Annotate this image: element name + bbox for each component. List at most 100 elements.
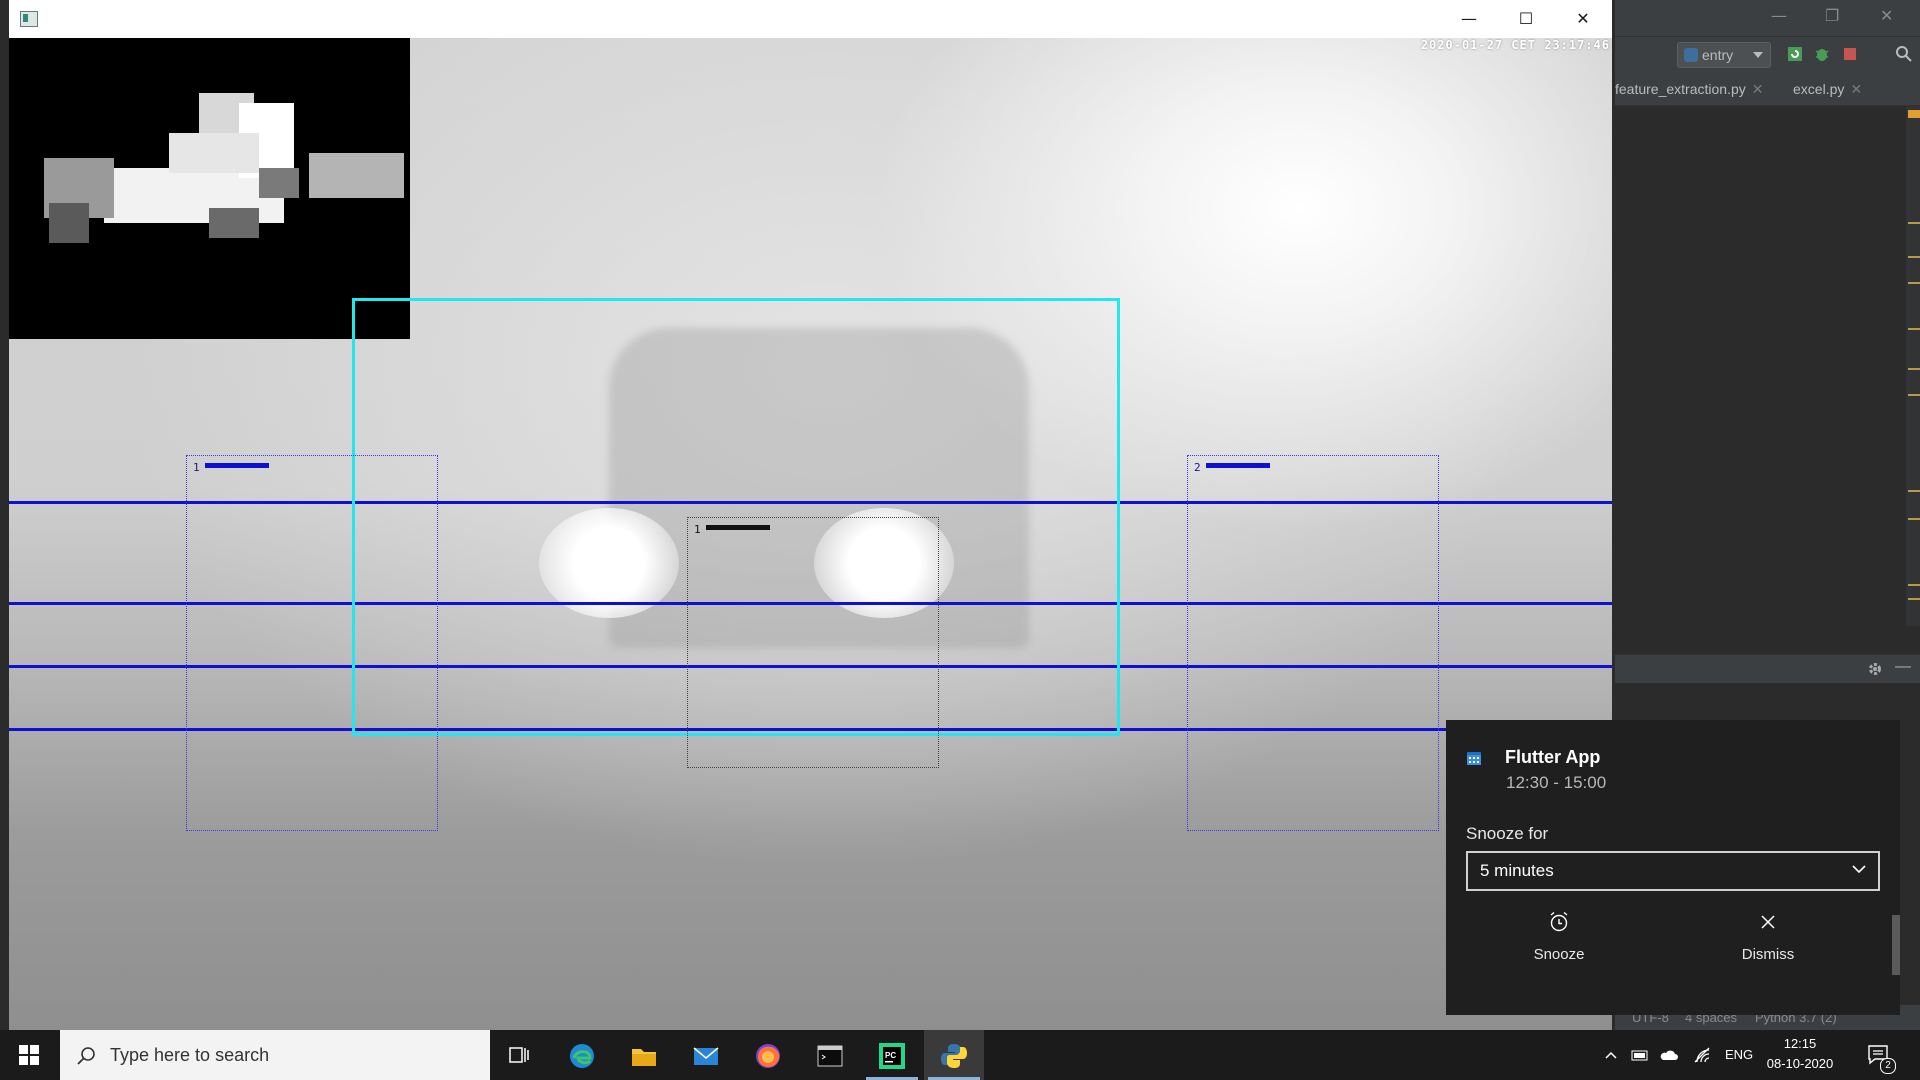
folder-icon bbox=[632, 1049, 656, 1066]
tab-label: excel.py bbox=[1793, 81, 1845, 97]
dropdown-caret-icon bbox=[1753, 52, 1763, 58]
snooze-label: Snooze for bbox=[1466, 824, 1549, 843]
alarm-clock-icon bbox=[1550, 911, 1568, 932]
gutter-marker bbox=[1908, 368, 1920, 370]
debug-icon[interactable] bbox=[1813, 45, 1831, 63]
maximize-button[interactable]: ☐ bbox=[1497, 0, 1555, 38]
input-language[interactable]: ENG bbox=[1725, 1047, 1753, 1062]
chevron-down-icon bbox=[1852, 865, 1866, 874]
roi-label: 1 bbox=[694, 523, 701, 536]
ide-toolbar: entry bbox=[1615, 36, 1920, 73]
notification-count-badge: 2 bbox=[1880, 1058, 1896, 1074]
roi-label: 2 bbox=[1194, 461, 1201, 474]
taskbar-python[interactable] bbox=[924, 1030, 984, 1080]
run-configuration-dropdown[interactable]: entry bbox=[1677, 42, 1771, 68]
calendar-reminder-toast: Flutter App 12:30 - 15:00 Snooze for 5 m… bbox=[1446, 720, 1900, 1015]
roi-label: 1 bbox=[193, 461, 200, 474]
gutter-marker bbox=[1908, 256, 1920, 258]
taskbar-firefox[interactable] bbox=[738, 1030, 798, 1080]
taskbar-file-explorer[interactable] bbox=[614, 1030, 674, 1080]
python-config-icon bbox=[1684, 48, 1698, 62]
start-button[interactable] bbox=[0, 1030, 58, 1080]
roi-box-right: 2 bbox=[1187, 455, 1439, 831]
snooze-selected-value: 5 minutes bbox=[1480, 861, 1554, 880]
task-view-icon bbox=[509, 1047, 529, 1063]
taskbar-pycharm[interactable]: PC bbox=[862, 1030, 922, 1080]
onedrive-cloud-icon[interactable] bbox=[1659, 1045, 1679, 1065]
tool-window-header: — bbox=[1615, 654, 1920, 683]
clock-date: 08-10-2020 bbox=[1766, 1056, 1834, 1071]
mask-blob bbox=[49, 203, 89, 243]
windows-taskbar: Type here to search PC ENG 12:15 08-10-2… bbox=[0, 1030, 1920, 1080]
search-placeholder: Type here to search bbox=[110, 1045, 270, 1065]
error-stripe-gutter[interactable] bbox=[1906, 106, 1920, 626]
mask-blob bbox=[169, 133, 259, 173]
taskbar-edge[interactable] bbox=[552, 1030, 612, 1080]
gutter-marker bbox=[1908, 598, 1920, 600]
search-icon bbox=[77, 1047, 95, 1065]
dismiss-button-label: Dismiss bbox=[1741, 946, 1795, 963]
hide-panel-icon[interactable]: — bbox=[1895, 658, 1911, 676]
snooze-button[interactable]: Snooze bbox=[1459, 910, 1659, 970]
toast-scrollbar[interactable] bbox=[1892, 915, 1900, 975]
taskbar-terminal[interactable] bbox=[800, 1030, 860, 1080]
battery-icon[interactable] bbox=[1631, 1045, 1649, 1065]
svg-text:PC: PC bbox=[885, 1051, 896, 1060]
firefox-icon bbox=[756, 1044, 780, 1068]
clock-time: 12:15 bbox=[1783, 1036, 1817, 1051]
close-icon bbox=[1761, 915, 1775, 929]
toast-title: Flutter App bbox=[1505, 747, 1601, 767]
taskbar-search-box[interactable]: Type here to search bbox=[60, 1030, 490, 1080]
mask-blob bbox=[309, 153, 404, 198]
close-button[interactable]: ✕ bbox=[1554, 0, 1612, 38]
tab-close-icon[interactable]: ✕ bbox=[1752, 81, 1764, 97]
toast-time-range: 12:30 - 15:00 bbox=[1506, 773, 1607, 792]
terminal-icon bbox=[817, 1045, 843, 1067]
edge-icon bbox=[570, 1044, 594, 1068]
gutter-marker bbox=[1908, 394, 1920, 396]
roi-intensity-bar bbox=[1206, 463, 1270, 468]
minimize-button[interactable]: — bbox=[1440, 0, 1498, 38]
ide-close-button[interactable]: ✕ bbox=[1880, 6, 1893, 25]
app-icon bbox=[20, 11, 38, 27]
calendar-icon bbox=[1467, 752, 1481, 765]
search-everywhere-icon[interactable] bbox=[1895, 45, 1913, 63]
camera-timestamp: 2020-01-27 CET 23:17:46 bbox=[1420, 38, 1610, 52]
taskbar-clock[interactable]: 12:15 08-10-2020 bbox=[1760, 1034, 1840, 1074]
run-configuration-label: entry bbox=[1702, 47, 1734, 63]
mask-blob bbox=[209, 208, 259, 238]
dismiss-button[interactable]: Dismiss bbox=[1668, 910, 1868, 970]
camera-viewer-window: — ☐ ✕ 2020-01-27 CET 23:17:46 1 1 2 bbox=[9, 0, 1612, 1030]
gutter-marker bbox=[1908, 518, 1920, 520]
task-view-button[interactable] bbox=[490, 1030, 550, 1080]
taskbar-mail[interactable] bbox=[676, 1030, 736, 1080]
mask-blob bbox=[259, 168, 299, 198]
tab-feature-extraction[interactable]: feature_extraction.py ✕ bbox=[1615, 81, 1763, 98]
snooze-duration-select[interactable]: 5 minutes bbox=[1466, 851, 1880, 891]
mail-icon bbox=[693, 1047, 719, 1065]
gutter-marker bbox=[1908, 328, 1920, 330]
wifi-icon[interactable] bbox=[1692, 1045, 1712, 1065]
roi-box-left: 1 bbox=[186, 455, 438, 831]
gutter-marker bbox=[1908, 490, 1920, 492]
roi-box-center: 1 bbox=[687, 517, 939, 768]
roi-intensity-bar bbox=[205, 463, 269, 468]
ide-restore-button[interactable]: ❐ bbox=[1825, 6, 1839, 25]
viewer-titlebar: — ☐ ✕ bbox=[9, 0, 1612, 38]
tab-label: feature_extraction.py bbox=[1615, 81, 1746, 97]
python-icon bbox=[941, 1044, 967, 1068]
stop-icon[interactable] bbox=[1841, 45, 1859, 63]
tab-excel[interactable]: excel.py ✕ bbox=[1793, 81, 1862, 98]
rerun-icon[interactable] bbox=[1786, 45, 1804, 63]
show-hidden-icons-icon[interactable] bbox=[1604, 1045, 1618, 1065]
gutter-marker bbox=[1908, 282, 1920, 284]
editor-tabs: feature_extraction.py ✕ excel.py ✕ bbox=[1615, 73, 1920, 106]
tab-close-icon[interactable]: ✕ bbox=[1850, 81, 1862, 97]
gear-icon[interactable] bbox=[1867, 661, 1883, 677]
ide-minimize-button[interactable]: — bbox=[1771, 6, 1787, 25]
snooze-button-label: Snooze bbox=[1533, 946, 1585, 963]
camera-frame: 2020-01-27 CET 23:17:46 1 1 2 bbox=[9, 38, 1612, 1030]
ide-titlebar: — ❐ ✕ bbox=[1615, 0, 1920, 36]
gutter-marker bbox=[1908, 584, 1920, 586]
gutter-marker bbox=[1908, 110, 1920, 118]
